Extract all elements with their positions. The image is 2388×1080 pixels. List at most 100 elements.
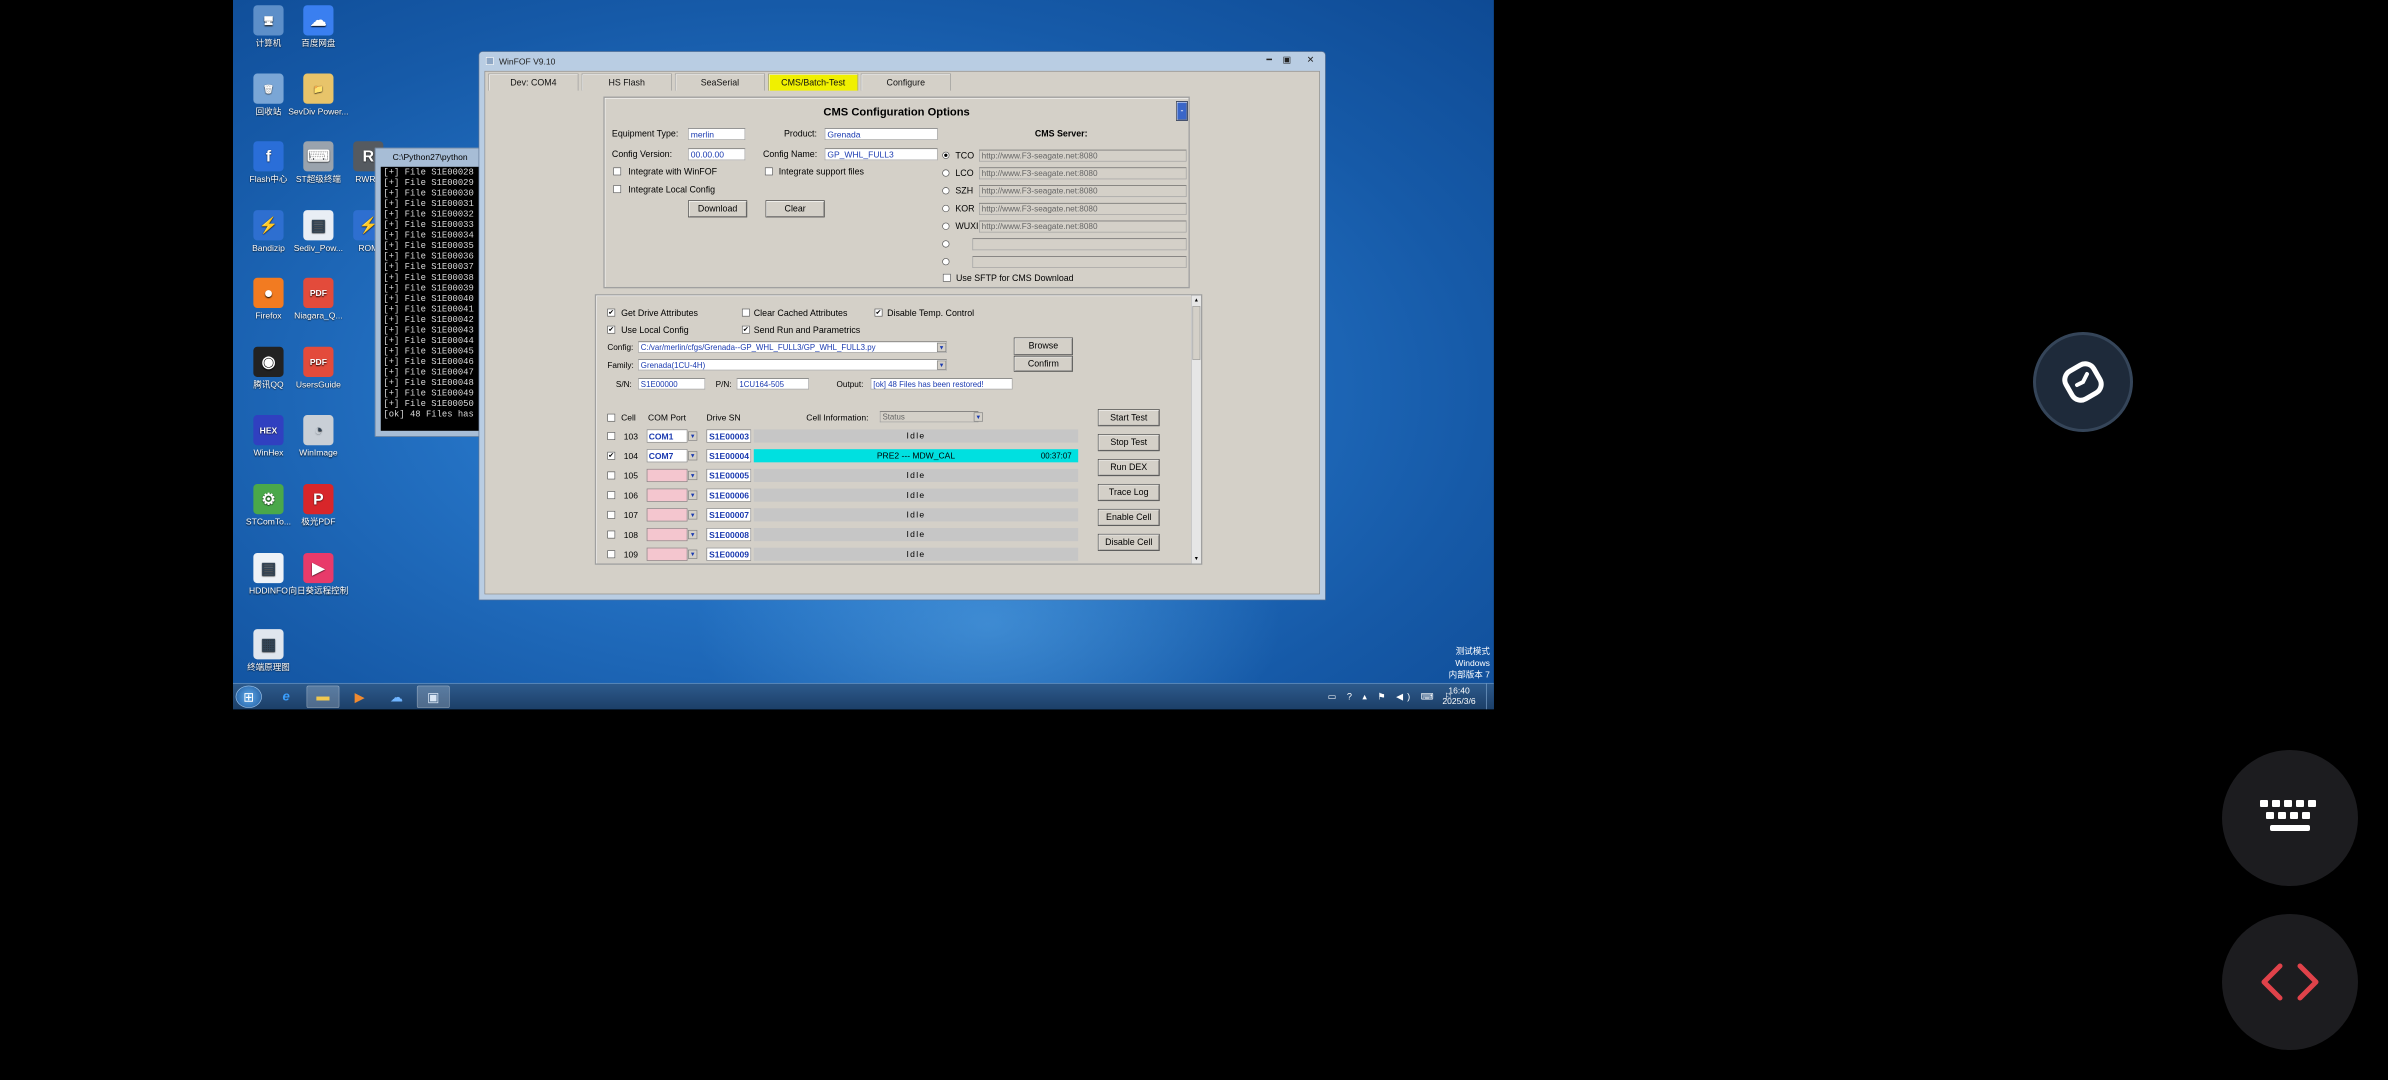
server-url-field[interactable] [972, 238, 1187, 251]
com-port-select[interactable]: COM1 [646, 429, 688, 443]
server-radio-lco[interactable] [942, 169, 950, 177]
use-local-config-checkbox[interactable]: ✔ [607, 325, 616, 334]
com-dropdown-icon[interactable]: ▼ [688, 490, 698, 500]
drive-sn-field[interactable]: S1E00004 [706, 449, 752, 463]
assistant-orb-button[interactable] [2033, 332, 2133, 432]
tab-configure[interactable]: Configure [860, 73, 951, 91]
cell-checkbox[interactable] [607, 510, 616, 519]
desktop-icon-3[interactable]: 📁 SevDiv Power... [288, 73, 348, 116]
drive-sn-field[interactable]: S1E00006 [706, 488, 752, 502]
drive-sn-field[interactable]: S1E00005 [706, 468, 752, 483]
trace-log-button[interactable]: Trace Log [1097, 483, 1160, 502]
cell-checkbox[interactable]: ✔ [607, 451, 616, 460]
config-version-field[interactable]: 00.00.00 [688, 148, 746, 161]
drive-sn-field[interactable]: S1E00007 [706, 508, 752, 522]
clear-cached-checkbox[interactable] [741, 308, 750, 317]
stop-test-button[interactable]: Stop Test [1097, 434, 1160, 452]
sn-field[interactable]: S1E00000 [638, 378, 706, 390]
cell-checkbox[interactable] [607, 491, 616, 500]
server-radio-wuxi[interactable] [942, 222, 950, 230]
winfof-taskbar-icon[interactable]: ▣ [416, 685, 450, 708]
enable-cell-button[interactable]: Enable Cell [1097, 508, 1160, 527]
start-test-button[interactable]: Start Test [1097, 409, 1160, 427]
server-radio-szh[interactable] [942, 187, 950, 195]
family-dropdown-icon[interactable]: ▼ [936, 360, 947, 370]
server-url-field[interactable]: http://www.F3-seagate.net:8080 [979, 167, 1187, 180]
com-dropdown-icon[interactable]: ▼ [688, 470, 698, 481]
ie-taskbar-icon[interactable]: e [270, 686, 303, 708]
send-run-checkbox[interactable]: ✔ [741, 325, 750, 334]
confirm-button[interactable]: Confirm [1013, 355, 1073, 372]
integrate-winfof-checkbox[interactable] [613, 167, 622, 176]
com-port-select[interactable] [646, 527, 688, 542]
com-port-select[interactable] [646, 468, 688, 483]
scroll-thumb[interactable] [1192, 306, 1201, 360]
server-radio-blank-6[interactable] [942, 258, 950, 266]
explorer-taskbar-icon[interactable]: ▬ [306, 685, 340, 708]
collapse-button[interactable]: - [1176, 101, 1188, 121]
status-select[interactable]: Status [879, 411, 979, 423]
disable-temp-checkbox[interactable]: ✔ [874, 308, 883, 317]
desktop-icon-15[interactable]: ◔ WinImage [288, 415, 348, 458]
com-dropdown-icon[interactable]: ▼ [688, 451, 698, 461]
tab-hs-flash[interactable]: HS Flash [581, 73, 672, 91]
server-radio-kor[interactable] [942, 204, 950, 213]
disable-cell-button[interactable]: Disable Cell [1097, 533, 1160, 551]
window-titlebar[interactable]: WinFOF V9.10 ━ ▣ ✕ [479, 52, 1325, 69]
com-dropdown-icon[interactable]: ▼ [688, 529, 698, 540]
desktop-icon-19[interactable]: ▶ 向日葵远程控制 [288, 552, 348, 596]
python-console-window[interactable]: C:\Python27\python [+] File S1E00028 [+] … [374, 147, 480, 437]
drive-sn-field[interactable]: S1E00009 [706, 547, 752, 561]
tab-seaserial[interactable]: SeaSerial [674, 73, 765, 91]
desktop-icon-11[interactable]: PDF Niagara_Q... [288, 277, 348, 320]
browse-button[interactable]: Browse [1013, 337, 1073, 356]
scroll-down-icon[interactable]: ▼ [1192, 554, 1201, 563]
cell-checkbox[interactable] [607, 471, 616, 480]
product-field[interactable]: Grenada [824, 128, 938, 140]
baidu-netdisk-taskbar-icon[interactable]: ☁ [380, 686, 413, 708]
download-button[interactable]: Download [688, 200, 748, 218]
integrate-local-checkbox[interactable] [613, 185, 622, 194]
server-url-field[interactable]: http://www.F3-seagate.net:8080 [979, 220, 1187, 233]
server-radio-tco[interactable] [942, 151, 950, 159]
config-name-field[interactable]: GP_WHL_FULL3 [824, 148, 938, 161]
get-drive-attr-checkbox[interactable]: ✔ [607, 308, 616, 317]
server-url-field[interactable]: http://www.F3-seagate.net:8080 [979, 185, 1187, 198]
close-button[interactable]: ✕ [1302, 53, 1319, 65]
server-url-field[interactable]: http://www.F3-seagate.net:8080 [979, 149, 1187, 162]
winfof-window[interactable]: WinFOF V9.10 ━ ▣ ✕ Dev: COM4 HS Flash SeaS… [478, 51, 1326, 601]
desktop-icon-1[interactable]: ☁ 百度网盘 [288, 5, 348, 48]
com-port-select[interactable] [646, 508, 688, 522]
integrate-support-checkbox[interactable] [764, 167, 773, 176]
server-url-field[interactable]: http://www.F3-seagate.net:8080 [979, 202, 1187, 215]
start-button[interactable]: ⊞ [235, 685, 262, 708]
media-player-taskbar-icon[interactable]: ▶ [343, 686, 376, 708]
code-toggle-button[interactable] [2222, 914, 2358, 1050]
com-port-select[interactable] [646, 488, 688, 502]
scroll-up-icon[interactable]: ▲ [1192, 296, 1201, 305]
status-dropdown-icon[interactable]: ▼ [973, 412, 983, 422]
family-select[interactable]: Grenada(1CU-4H) [638, 359, 947, 371]
tray-clock[interactable]: 16:40 2025/3/6 [1438, 686, 1480, 707]
com-port-select[interactable]: COM7 [646, 449, 688, 463]
drive-sn-field[interactable]: S1E00008 [706, 527, 752, 542]
cell-checkbox[interactable] [607, 432, 616, 440]
equipment-type-field[interactable]: merlin [688, 128, 746, 140]
desktop-icon-20[interactable]: ▦ 终端原理图 [238, 629, 298, 672]
server-radio-blank-5[interactable] [942, 240, 950, 248]
desktop-icon-17[interactable]: P 极光PDF [288, 483, 348, 527]
minimize-button[interactable]: ━ [1261, 53, 1278, 65]
server-url-field[interactable] [972, 256, 1187, 268]
pn-field[interactable]: 1CU164-505 [736, 378, 809, 390]
batch-scrollbar[interactable]: ▲ ▼ [1191, 295, 1201, 564]
com-dropdown-icon[interactable]: ▼ [688, 549, 698, 559]
tab-dev-com4[interactable]: Dev: COM4 [488, 73, 579, 91]
maximize-button[interactable]: ▣ [1278, 53, 1295, 65]
use-sftp-checkbox[interactable] [942, 273, 951, 282]
cell-checkbox[interactable] [607, 530, 616, 539]
com-dropdown-icon[interactable]: ▼ [688, 431, 698, 441]
tab-cms-batch-test[interactable]: CMS/Batch-Test [768, 73, 859, 91]
config-dropdown-icon[interactable]: ▼ [936, 342, 947, 352]
run-dex-button[interactable]: Run DEX [1097, 459, 1160, 477]
cell-checkbox[interactable] [607, 550, 616, 559]
